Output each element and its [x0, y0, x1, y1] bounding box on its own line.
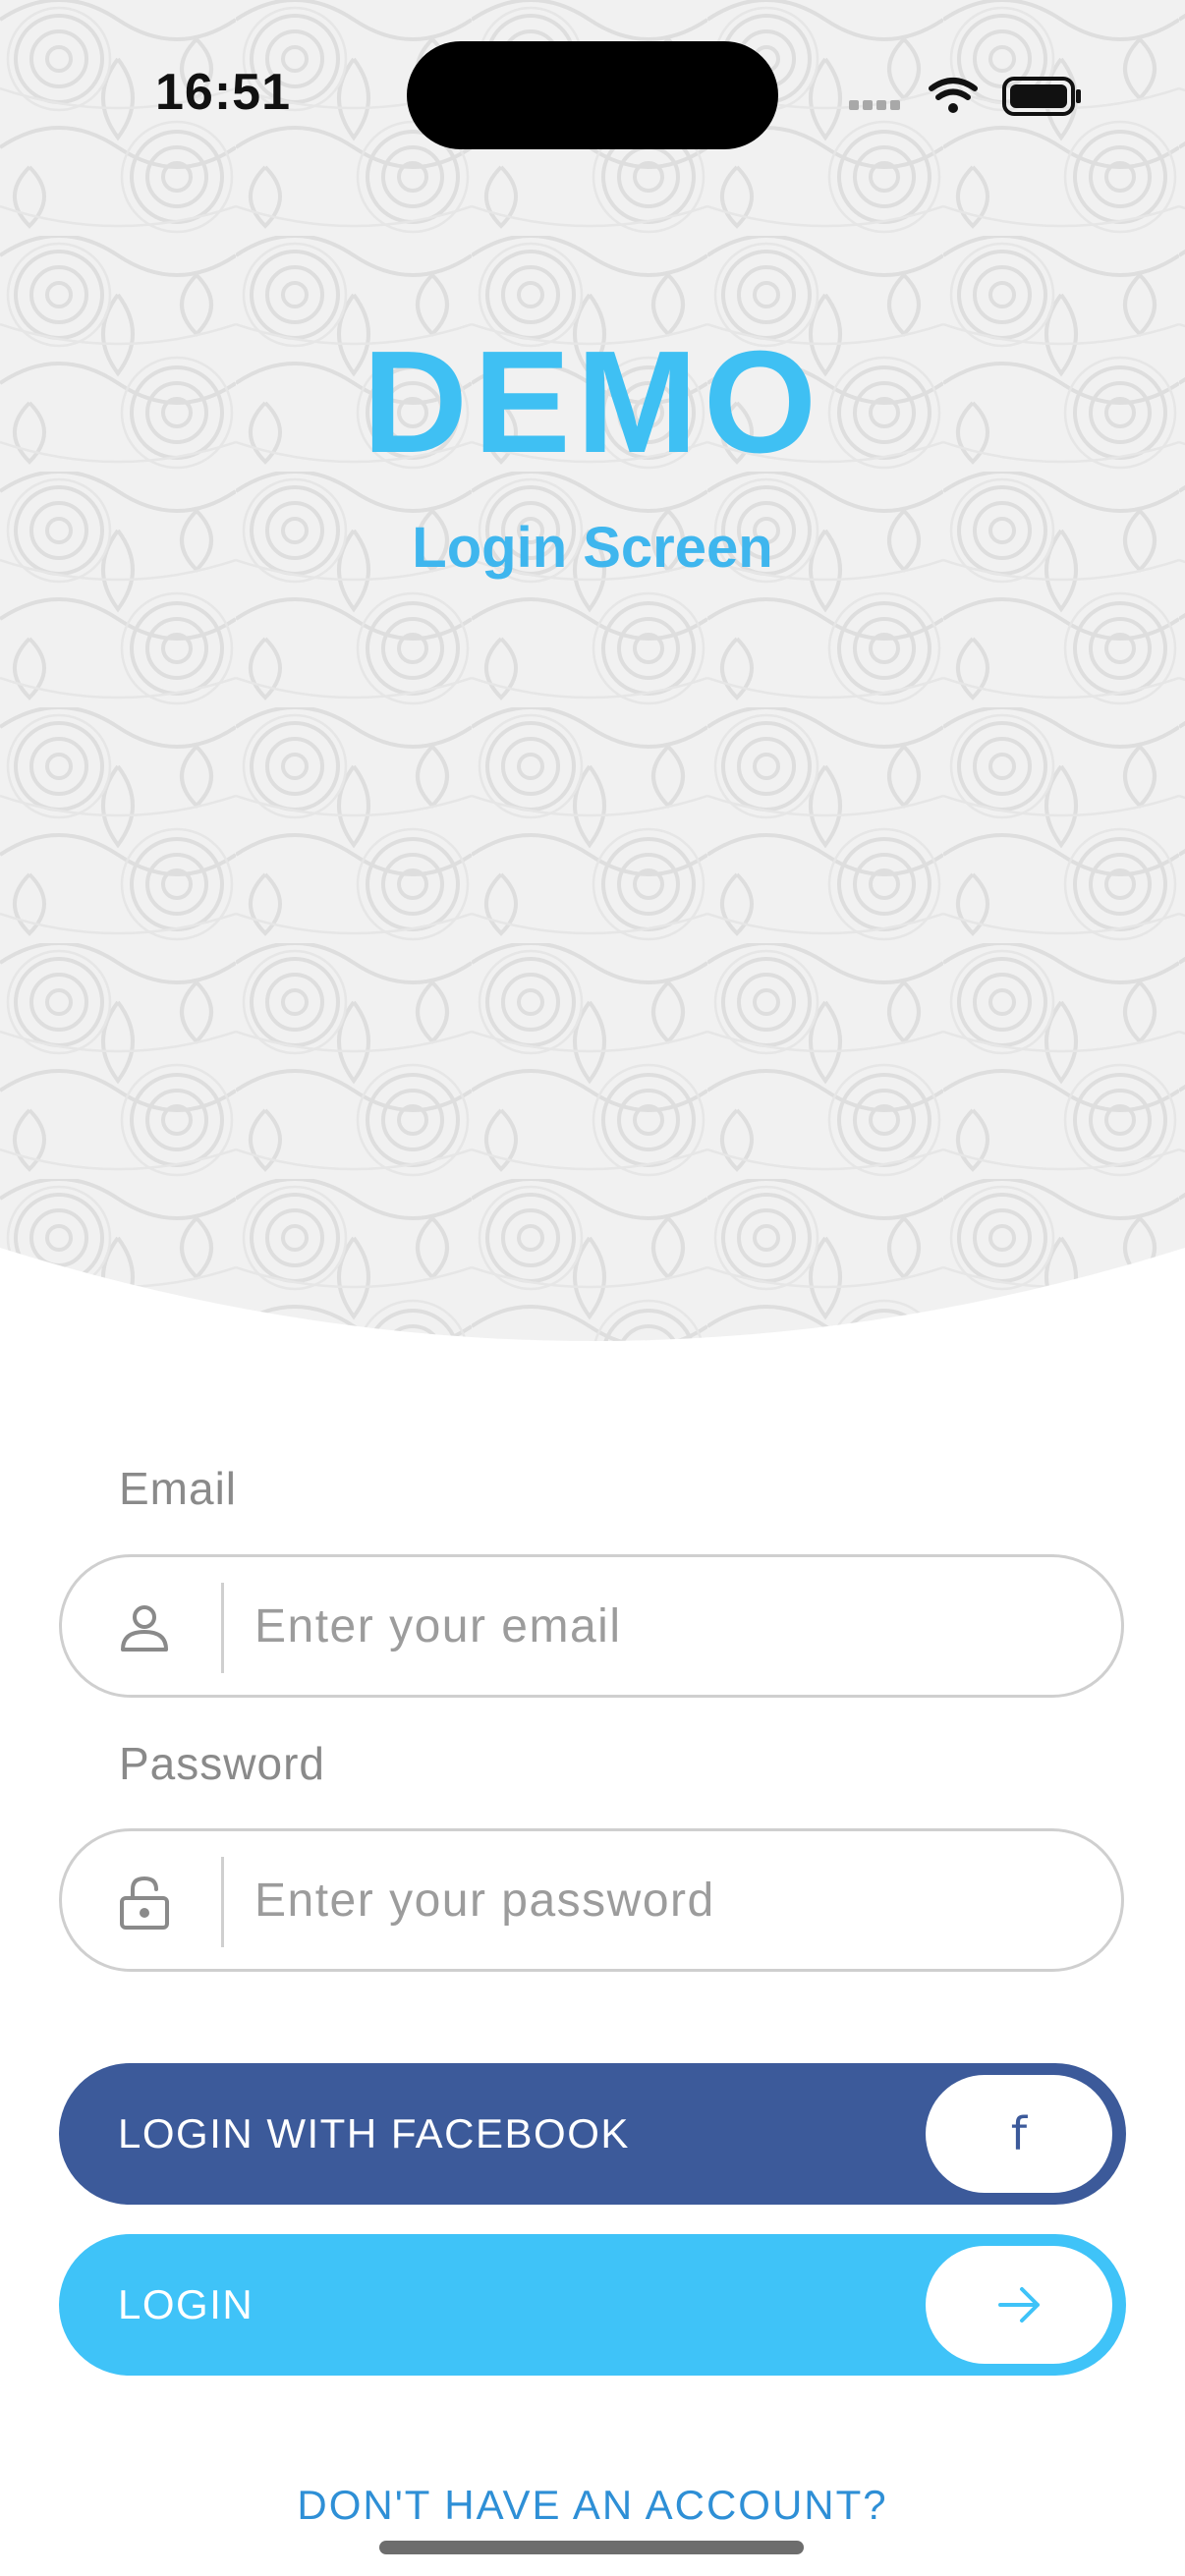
password-field-container[interactable]: [59, 1828, 1124, 1972]
login-button-label: LOGIN: [118, 2281, 254, 2327]
password-input[interactable]: [254, 1831, 1100, 1969]
page-subtitle: Login Screen: [412, 516, 773, 580]
lock-icon: [120, 1876, 169, 1930]
status-time: 16:51: [155, 64, 291, 121]
arrow-right-icon: [998, 2287, 1040, 2323]
login-button-cap: [926, 2246, 1112, 2364]
person-icon: [121, 1605, 168, 1652]
login-with-facebook-button[interactable]: LOGIN WITH FACEBOOK f: [59, 2063, 1126, 2205]
paisley-pattern-background: [0, 0, 1185, 1341]
password-label: Password: [119, 1738, 325, 1789]
email-label: Email: [119, 1463, 238, 1514]
password-field-divider: [221, 1857, 224, 1947]
signup-link[interactable]: DON'T HAVE AN ACCOUNT?: [0, 2476, 1185, 2535]
wifi-icon: [929, 78, 978, 113]
email-field-divider: [221, 1583, 224, 1673]
home-indicator: [379, 2541, 804, 2554]
facebook-button-label: LOGIN WITH FACEBOOK: [118, 2110, 630, 2156]
hero-banner: 16:51 DEMO Login Screen: [0, 0, 1185, 1356]
facebook-button-cap: f: [926, 2075, 1112, 2193]
cellular-signal-icon: [849, 100, 900, 110]
email-input[interactable]: [254, 1557, 1100, 1695]
facebook-icon: f: [1010, 2107, 1028, 2160]
status-icons: [849, 77, 1081, 116]
dynamic-island: [407, 41, 778, 149]
email-field-container[interactable]: [59, 1554, 1124, 1698]
battery-icon: [1002, 77, 1081, 116]
app-title: DEMO: [363, 321, 822, 483]
login-button[interactable]: LOGIN: [59, 2234, 1126, 2376]
